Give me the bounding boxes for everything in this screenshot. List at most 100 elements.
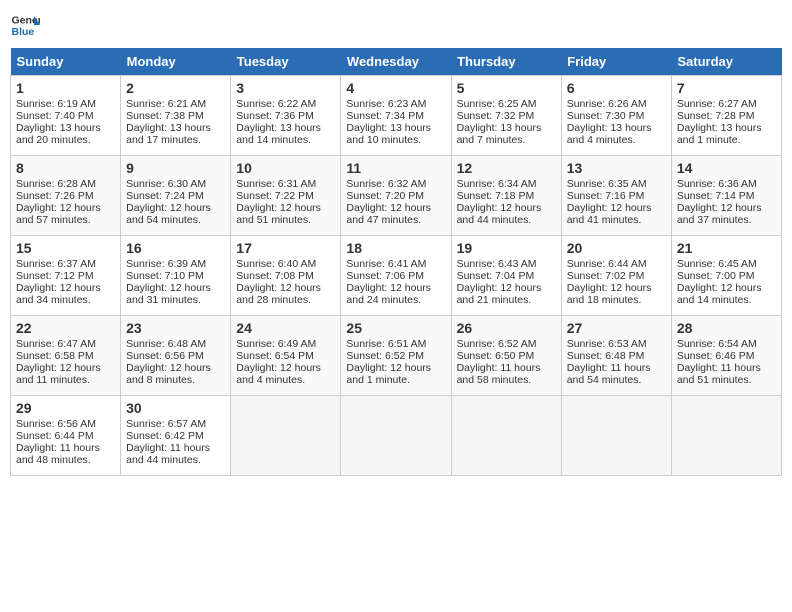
daylight-text: Daylight: 12 hours and 37 minutes. <box>677 202 762 226</box>
calendar-week-2: 15 Sunrise: 6:37 AM Sunset: 7:12 PM Dayl… <box>11 236 782 316</box>
calendar-cell: 8 Sunrise: 6:28 AM Sunset: 7:26 PM Dayli… <box>11 156 121 236</box>
daylight-text: Daylight: 12 hours and 41 minutes. <box>567 202 652 226</box>
calendar-cell: 21 Sunrise: 6:45 AM Sunset: 7:00 PM Dayl… <box>671 236 781 316</box>
calendar-cell: 25 Sunrise: 6:51 AM Sunset: 6:52 PM Dayl… <box>341 316 451 396</box>
calendar-cell: 4 Sunrise: 6:23 AM Sunset: 7:34 PM Dayli… <box>341 76 451 156</box>
calendar-cell: 16 Sunrise: 6:39 AM Sunset: 7:10 PM Dayl… <box>121 236 231 316</box>
sunrise-text: Sunrise: 6:28 AM <box>16 178 96 190</box>
sunrise-text: Sunrise: 6:35 AM <box>567 178 647 190</box>
calendar-cell: 19 Sunrise: 6:43 AM Sunset: 7:04 PM Dayl… <box>451 236 561 316</box>
sunrise-text: Sunrise: 6:32 AM <box>346 178 426 190</box>
day-number: 12 <box>457 160 556 176</box>
sunrise-text: Sunrise: 6:51 AM <box>346 338 426 350</box>
day-number: 15 <box>16 240 115 256</box>
daylight-text: Daylight: 12 hours and 8 minutes. <box>126 362 211 386</box>
day-number: 8 <box>16 160 115 176</box>
daylight-text: Daylight: 12 hours and 4 minutes. <box>236 362 321 386</box>
weekday-monday: Monday <box>121 48 231 76</box>
calendar-cell: 28 Sunrise: 6:54 AM Sunset: 6:46 PM Dayl… <box>671 316 781 396</box>
sunrise-text: Sunrise: 6:47 AM <box>16 338 96 350</box>
calendar-cell: 1 Sunrise: 6:19 AM Sunset: 7:40 PM Dayli… <box>11 76 121 156</box>
calendar-week-3: 22 Sunrise: 6:47 AM Sunset: 6:58 PM Dayl… <box>11 316 782 396</box>
daylight-text: Daylight: 12 hours and 21 minutes. <box>457 282 542 306</box>
calendar-week-0: 1 Sunrise: 6:19 AM Sunset: 7:40 PM Dayli… <box>11 76 782 156</box>
daylight-text: Daylight: 12 hours and 57 minutes. <box>16 202 101 226</box>
weekday-wednesday: Wednesday <box>341 48 451 76</box>
daylight-text: Daylight: 12 hours and 31 minutes. <box>126 282 211 306</box>
daylight-text: Daylight: 11 hours and 54 minutes. <box>567 362 651 386</box>
calendar-cell <box>231 396 341 476</box>
sunset-text: Sunset: 7:12 PM <box>16 270 94 282</box>
sunset-text: Sunset: 7:22 PM <box>236 190 314 202</box>
weekday-saturday: Saturday <box>671 48 781 76</box>
sunrise-text: Sunrise: 6:27 AM <box>677 98 757 110</box>
sunset-text: Sunset: 7:06 PM <box>346 270 424 282</box>
day-number: 28 <box>677 320 776 336</box>
daylight-text: Daylight: 13 hours and 17 minutes. <box>126 122 211 146</box>
sunrise-text: Sunrise: 6:57 AM <box>126 418 206 430</box>
sunrise-text: Sunrise: 6:21 AM <box>126 98 206 110</box>
calendar-cell <box>671 396 781 476</box>
day-number: 26 <box>457 320 556 336</box>
daylight-text: Daylight: 12 hours and 44 minutes. <box>457 202 542 226</box>
sunrise-text: Sunrise: 6:22 AM <box>236 98 316 110</box>
calendar-cell: 20 Sunrise: 6:44 AM Sunset: 7:02 PM Dayl… <box>561 236 671 316</box>
day-number: 14 <box>677 160 776 176</box>
calendar-cell: 11 Sunrise: 6:32 AM Sunset: 7:20 PM Dayl… <box>341 156 451 236</box>
sunset-text: Sunset: 7:24 PM <box>126 190 204 202</box>
day-number: 23 <box>126 320 225 336</box>
day-number: 2 <box>126 80 225 96</box>
sunset-text: Sunset: 6:54 PM <box>236 350 314 362</box>
day-number: 20 <box>567 240 666 256</box>
calendar-cell: 27 Sunrise: 6:53 AM Sunset: 6:48 PM Dayl… <box>561 316 671 396</box>
calendar-cell: 7 Sunrise: 6:27 AM Sunset: 7:28 PM Dayli… <box>671 76 781 156</box>
calendar-cell: 22 Sunrise: 6:47 AM Sunset: 6:58 PM Dayl… <box>11 316 121 396</box>
sunset-text: Sunset: 7:20 PM <box>346 190 424 202</box>
sunset-text: Sunset: 6:50 PM <box>457 350 535 362</box>
daylight-text: Daylight: 12 hours and 11 minutes. <box>16 362 101 386</box>
sunrise-text: Sunrise: 6:54 AM <box>677 338 757 350</box>
daylight-text: Daylight: 13 hours and 10 minutes. <box>346 122 431 146</box>
sunrise-text: Sunrise: 6:49 AM <box>236 338 316 350</box>
daylight-text: Daylight: 12 hours and 14 minutes. <box>677 282 762 306</box>
logo: General Blue <box>10 10 40 40</box>
sunset-text: Sunset: 7:40 PM <box>16 110 94 122</box>
calendar-cell: 23 Sunrise: 6:48 AM Sunset: 6:56 PM Dayl… <box>121 316 231 396</box>
day-number: 5 <box>457 80 556 96</box>
sunset-text: Sunset: 7:26 PM <box>16 190 94 202</box>
calendar-cell: 9 Sunrise: 6:30 AM Sunset: 7:24 PM Dayli… <box>121 156 231 236</box>
daylight-text: Daylight: 13 hours and 20 minutes. <box>16 122 101 146</box>
day-number: 30 <box>126 400 225 416</box>
calendar-cell: 12 Sunrise: 6:34 AM Sunset: 7:18 PM Dayl… <box>451 156 561 236</box>
sunrise-text: Sunrise: 6:52 AM <box>457 338 537 350</box>
daylight-text: Daylight: 13 hours and 7 minutes. <box>457 122 542 146</box>
day-number: 17 <box>236 240 335 256</box>
daylight-text: Daylight: 12 hours and 34 minutes. <box>16 282 101 306</box>
calendar-week-1: 8 Sunrise: 6:28 AM Sunset: 7:26 PM Dayli… <box>11 156 782 236</box>
daylight-text: Daylight: 12 hours and 1 minute. <box>346 362 431 386</box>
sunrise-text: Sunrise: 6:19 AM <box>16 98 96 110</box>
sunset-text: Sunset: 7:14 PM <box>677 190 755 202</box>
daylight-text: Daylight: 11 hours and 58 minutes. <box>457 362 541 386</box>
calendar-table: SundayMondayTuesdayWednesdayThursdayFrid… <box>10 48 782 476</box>
day-number: 9 <box>126 160 225 176</box>
sunrise-text: Sunrise: 6:41 AM <box>346 258 426 270</box>
daylight-text: Daylight: 11 hours and 44 minutes. <box>126 442 210 466</box>
daylight-text: Daylight: 13 hours and 14 minutes. <box>236 122 321 146</box>
day-number: 22 <box>16 320 115 336</box>
sunrise-text: Sunrise: 6:43 AM <box>457 258 537 270</box>
day-number: 25 <box>346 320 445 336</box>
sunrise-text: Sunrise: 6:56 AM <box>16 418 96 430</box>
daylight-text: Daylight: 12 hours and 24 minutes. <box>346 282 431 306</box>
daylight-text: Daylight: 11 hours and 48 minutes. <box>16 442 100 466</box>
sunset-text: Sunset: 7:04 PM <box>457 270 535 282</box>
day-number: 11 <box>346 160 445 176</box>
calendar-cell: 10 Sunrise: 6:31 AM Sunset: 7:22 PM Dayl… <box>231 156 341 236</box>
calendar-cell: 3 Sunrise: 6:22 AM Sunset: 7:36 PM Dayli… <box>231 76 341 156</box>
sunrise-text: Sunrise: 6:30 AM <box>126 178 206 190</box>
daylight-text: Daylight: 12 hours and 47 minutes. <box>346 202 431 226</box>
calendar-cell <box>451 396 561 476</box>
calendar-cell: 13 Sunrise: 6:35 AM Sunset: 7:16 PM Dayl… <box>561 156 671 236</box>
calendar-week-4: 29 Sunrise: 6:56 AM Sunset: 6:44 PM Dayl… <box>11 396 782 476</box>
sunset-text: Sunset: 7:00 PM <box>677 270 755 282</box>
